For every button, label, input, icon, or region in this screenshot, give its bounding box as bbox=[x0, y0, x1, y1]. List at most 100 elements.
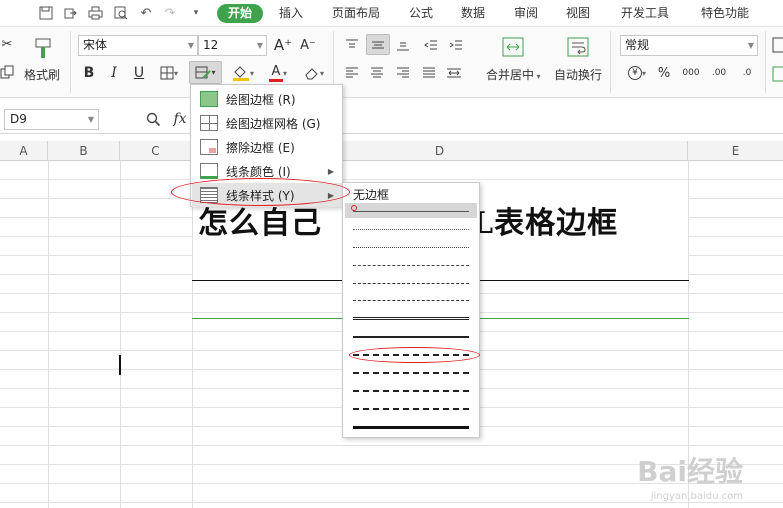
menu-item-erase-border[interactable]: 擦除边框 (E) bbox=[192, 135, 342, 159]
tab-page-layout[interactable]: 页面布局 bbox=[328, 4, 384, 23]
table-style-icon[interactable] bbox=[771, 64, 783, 84]
grid-border-icon bbox=[160, 66, 174, 80]
menu-item-label: 绘图边框 (R) bbox=[226, 92, 296, 107]
line-style-double[interactable] bbox=[353, 317, 469, 320]
line-style-dash-dot[interactable] bbox=[353, 300, 469, 301]
cell-cursor bbox=[119, 355, 121, 375]
redo-icon[interactable]: ↷ bbox=[160, 4, 180, 22]
submenu-arrow-icon: ▶ bbox=[327, 190, 334, 200]
column-header-c[interactable]: C bbox=[120, 141, 192, 161]
distribute-icon[interactable] bbox=[444, 64, 464, 82]
tab-data[interactable]: 数据 bbox=[457, 4, 489, 23]
name-box[interactable]: D9 ▼ bbox=[4, 109, 99, 130]
border-grid-icon bbox=[200, 115, 218, 131]
number-format-select[interactable]: 常规 ▼ bbox=[620, 35, 758, 56]
clear-format-button[interactable]: ▾ bbox=[299, 63, 329, 83]
draw-border-dropdown-button[interactable]: ▾ bbox=[189, 61, 222, 84]
tab-insert[interactable]: 插入 bbox=[275, 4, 307, 23]
currency-button[interactable]: ¥ ▾ bbox=[622, 64, 652, 82]
line-style-medium-dashed[interactable] bbox=[353, 354, 469, 356]
print-icon[interactable] bbox=[85, 4, 105, 22]
merge-center-label: 合并居中 bbox=[486, 68, 535, 82]
menu-item-draw-border[interactable]: 绘图边框 (R) bbox=[192, 87, 342, 111]
conditional-format-icon[interactable] bbox=[771, 35, 783, 55]
chevron-down-icon: ▼ bbox=[87, 115, 94, 124]
menu-item-draw-border-grid[interactable]: 绘图边框网格 (G) bbox=[192, 111, 342, 135]
shrink-font-button[interactable]: A⁻ bbox=[298, 35, 318, 55]
tab-developer[interactable]: 开发工具 bbox=[617, 4, 673, 23]
tab-view[interactable]: 视图 bbox=[562, 4, 594, 23]
draw-border-icon bbox=[200, 91, 218, 107]
percent-button[interactable]: % bbox=[655, 64, 673, 82]
merge-center-icon[interactable] bbox=[500, 35, 526, 59]
tab-review[interactable]: 审阅 bbox=[510, 4, 542, 23]
merge-center-button[interactable]: 合并居中 ▾ bbox=[486, 66, 541, 83]
align-middle-icon[interactable] bbox=[366, 34, 390, 55]
line-style-hair[interactable] bbox=[353, 229, 469, 230]
font-name-select[interactable]: 宋体 ▼ bbox=[78, 35, 198, 56]
tab-special[interactable]: 特色功能 bbox=[697, 4, 753, 23]
more-chevron-icon[interactable]: ▾ bbox=[186, 4, 206, 22]
menu-item-line-color[interactable]: 线条颜色 (I) ▶ bbox=[192, 159, 342, 183]
chevron-down-icon: ▼ bbox=[747, 41, 754, 50]
ribbon-divider bbox=[610, 31, 611, 93]
line-style-none[interactable]: 无边框 bbox=[353, 186, 389, 203]
line-style-dotted[interactable] bbox=[353, 247, 469, 248]
menu-item-label: 擦除边框 (E) bbox=[226, 140, 295, 155]
font-size-select[interactable]: 12 ▼ bbox=[198, 35, 267, 56]
bold-button[interactable]: B bbox=[80, 63, 98, 83]
grow-font-button[interactable]: A⁺ bbox=[273, 35, 293, 55]
format-painter-label[interactable]: 格式刷 bbox=[24, 66, 60, 83]
align-left-icon[interactable] bbox=[343, 64, 361, 82]
line-style-icon bbox=[200, 187, 218, 203]
insert-function-button[interactable]: fx bbox=[170, 109, 190, 129]
line-style-dashed-thin[interactable] bbox=[353, 265, 469, 266]
line-style-thin[interactable] bbox=[353, 211, 469, 212]
tab-home[interactable]: 开始 bbox=[217, 4, 264, 23]
borders-button[interactable]: ▾ bbox=[156, 63, 182, 83]
column-header-a[interactable]: A bbox=[0, 141, 48, 161]
align-right-icon[interactable] bbox=[394, 64, 412, 82]
formula-bar: D9 ▼ fx bbox=[0, 104, 783, 134]
watermark-brand: Bai经验 bbox=[637, 455, 743, 488]
eraser-icon bbox=[200, 139, 218, 155]
align-bottom-icon[interactable] bbox=[394, 36, 412, 54]
wrap-text-icon[interactable] bbox=[565, 35, 591, 59]
fill-color-button[interactable]: ▾ bbox=[228, 63, 258, 83]
decrease-decimal-button[interactable]: .0 bbox=[736, 62, 758, 84]
chevron-down-icon: ▼ bbox=[187, 41, 194, 50]
align-center-icon[interactable] bbox=[368, 64, 386, 82]
font-color-button[interactable]: A ▾ bbox=[263, 63, 293, 83]
zoom-search-icon[interactable] bbox=[144, 110, 162, 128]
export-icon[interactable] bbox=[60, 4, 80, 22]
format-painter-icon[interactable] bbox=[30, 36, 56, 62]
align-top-icon[interactable] bbox=[343, 36, 361, 54]
thousands-button[interactable]: 000 bbox=[680, 62, 702, 84]
chevron-down-icon: ▼ bbox=[256, 41, 263, 50]
wrap-text-label[interactable]: 自动换行 bbox=[554, 66, 602, 83]
print-preview-icon[interactable] bbox=[111, 4, 131, 22]
menu-item-line-style[interactable]: 线条样式 (Y) ▶ bbox=[192, 183, 342, 207]
column-header-e[interactable]: E bbox=[688, 141, 783, 161]
increase-decimal-button[interactable]: .00 bbox=[708, 62, 730, 84]
grid-column-line bbox=[120, 161, 121, 508]
underline-button[interactable]: U bbox=[130, 63, 148, 83]
increase-indent-icon[interactable] bbox=[447, 36, 465, 54]
cut-icon[interactable]: ✂ bbox=[0, 35, 16, 53]
line-style-medium-dash-dot-dot[interactable] bbox=[353, 390, 469, 392]
decrease-indent-icon[interactable] bbox=[422, 36, 440, 54]
submenu-arrow-icon: ▶ bbox=[327, 166, 334, 176]
line-style-medium[interactable] bbox=[353, 336, 469, 338]
line-style-medium-dash-dot[interactable] bbox=[353, 372, 469, 374]
line-style-slant-dash-dot[interactable] bbox=[353, 408, 469, 410]
undo-icon[interactable]: ↶ bbox=[136, 4, 156, 22]
tab-formulas[interactable]: 公式 bbox=[405, 4, 437, 23]
copy-icon[interactable] bbox=[0, 63, 16, 81]
italic-button[interactable]: I bbox=[105, 63, 123, 83]
column-header-b[interactable]: B bbox=[48, 141, 120, 161]
line-style-dash-dot-dot[interactable] bbox=[353, 283, 469, 284]
line-style-thick[interactable] bbox=[353, 426, 469, 429]
ribbon-divider bbox=[70, 31, 71, 93]
justify-icon[interactable] bbox=[420, 64, 438, 82]
save-icon[interactable] bbox=[36, 4, 56, 22]
